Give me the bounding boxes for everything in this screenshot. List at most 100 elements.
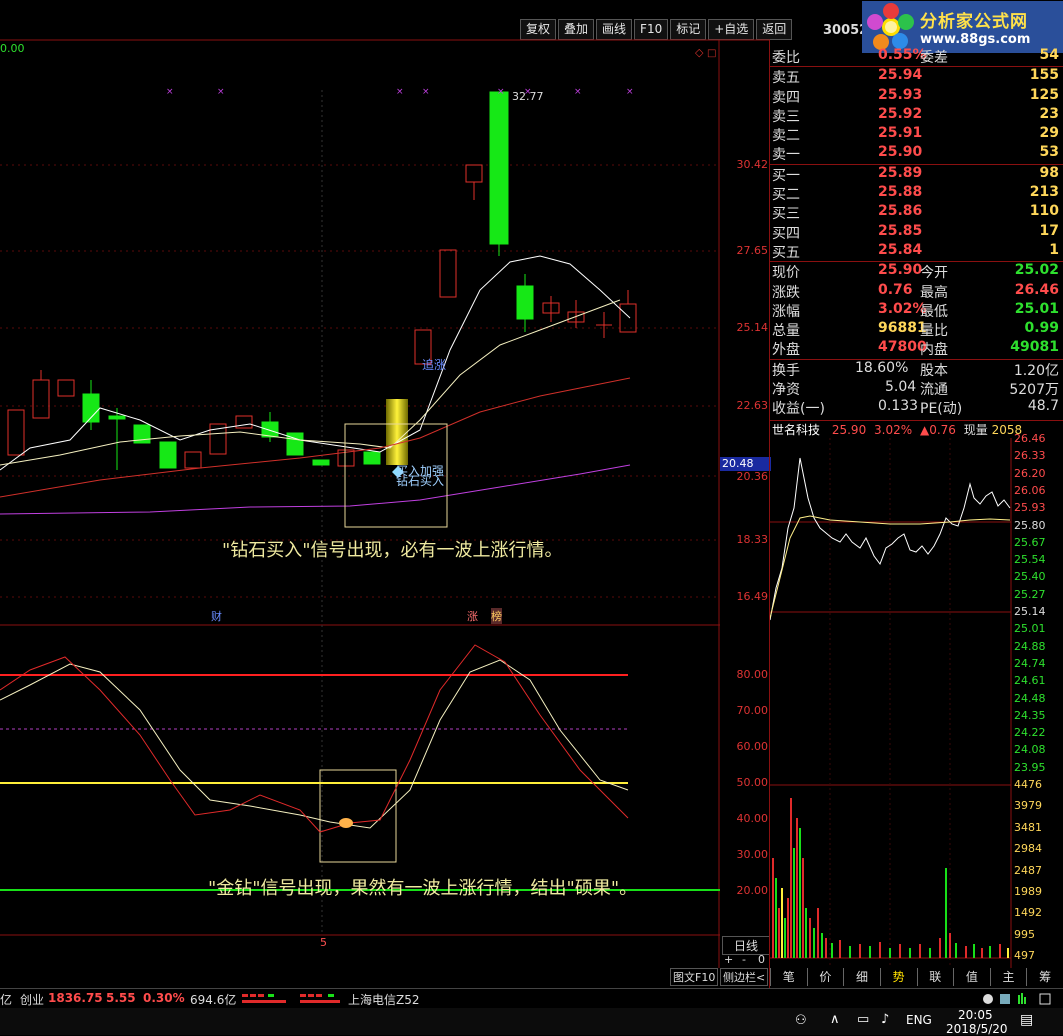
tab-value[interactable]: 值 [953, 968, 990, 986]
network-status[interactable]: 上海电信Z52 [348, 991, 420, 1008]
price-tick: 16.49 [736, 590, 769, 603]
ask-row[interactable]: 卖二 25.91 29 [770, 125, 1063, 144]
intraday-price-tick: 26.20 [1014, 466, 1046, 480]
stat-row: 涨跌 0.76 最高 26.46 [772, 281, 1059, 301]
ma-purple [0, 464, 631, 515]
tab-chips[interactable]: 筹 [1026, 968, 1063, 986]
chinext-change: 5.55 [106, 991, 136, 1005]
stock-name: 世名科技 [772, 423, 821, 437]
chinext-index: 1836.75 [48, 991, 103, 1005]
detail-tabs: 笔 价 细 势 联 值 主 筹 [770, 968, 1063, 986]
commission-ratio-row: 委比 0.55% 委差 54 [772, 47, 1059, 66]
intraday-price: 25.90 [831, 423, 867, 437]
indicator-caption: "金钻"信号出现，果然有一波上涨行情，结出"硕果"。 [208, 878, 638, 899]
intraday-price-tick: 24.48 [1014, 691, 1046, 705]
bid-row[interactable]: 买一 25.89 98 [770, 165, 1063, 184]
clock-date[interactable]: 2018/5/20 [946, 1022, 1008, 1036]
market-breadth-bars [242, 994, 340, 1003]
tab-linked[interactable]: 联 [916, 968, 954, 986]
bid-row[interactable]: 买三 25.86 110 [770, 203, 1063, 222]
svg-text:×: × [166, 87, 174, 97]
watermark-logo: 分析家公式网 www.88gs.com [862, 1, 1063, 53]
zoom-in-button[interactable]: + [724, 953, 733, 966]
chinext-pct: 0.30% [143, 991, 185, 1005]
network-icon[interactable]: ▭ [857, 1012, 869, 1027]
notification-icon[interactable]: ▤ [1020, 1012, 1033, 1028]
flower-icon [867, 3, 914, 50]
intraday-price-tick: 25.80 [1014, 518, 1046, 532]
window-icon [1039, 993, 1051, 1005]
globe-icon [983, 994, 993, 1004]
intraday-volume-tick: 3481 [1014, 820, 1042, 834]
tab-main[interactable]: 主 [989, 968, 1027, 986]
f10-info-button[interactable]: 图文F10 [670, 968, 719, 986]
intraday-change: ▲0.76 [919, 423, 956, 437]
indicator-tick: 80.00 [736, 668, 769, 681]
fundamental-row: 收益(一) 0.133 PE(动) 48.7 [772, 398, 1059, 418]
rise-marker[interactable]: 涨 [467, 608, 478, 624]
intraday-price-tick: 23.95 [1014, 760, 1046, 774]
current-price-tag: 20.48 [720, 457, 771, 471]
ranking-marker[interactable]: 榜 [491, 608, 502, 624]
tab-detail[interactable]: 细 [843, 968, 880, 986]
ask-row[interactable]: 卖三 25.92 23 [770, 106, 1063, 125]
tray-icons [983, 993, 1051, 1005]
clock-time[interactable]: 20:05 [958, 1008, 993, 1022]
os-taskbar: ⚇ ∧ ▭ ♪ ENG 20:05 2018/5/20 ▤ [0, 1008, 1063, 1036]
x-markers: × × × × × × × × [166, 87, 634, 97]
fundamental-row: 换手 18.60% 股本 1.20亿 [772, 359, 1059, 379]
stat-row: 涨幅 3.02% 最低 25.01 [772, 300, 1059, 320]
intraday-price-tick: 24.08 [1014, 743, 1046, 757]
intraday-volume-tick: 497 [1014, 949, 1035, 963]
ma-white-short [0, 255, 631, 471]
status-prefix: 亿 [0, 993, 13, 1007]
sidebar-toggle-button[interactable]: 侧边栏< [720, 968, 769, 986]
language-indicator[interactable]: ENG [906, 1013, 932, 1027]
bid-row[interactable]: 买四 25.85 17 [770, 223, 1063, 242]
svg-text:×: × [626, 87, 634, 97]
zoom-out-button[interactable]: - [742, 953, 746, 966]
logo-url: www.88gs.com [920, 32, 1031, 47]
diamond-outline-icon: ◇ [695, 46, 704, 59]
gold-candle [386, 399, 408, 465]
tab-price[interactable]: 价 [806, 968, 844, 986]
indicator-tick: 30.00 [736, 848, 769, 861]
volume-icon[interactable]: ♪ [881, 1012, 889, 1027]
indicator-tick: 20.00 [736, 884, 769, 897]
intraday-price-tick: 24.22 [1014, 726, 1046, 740]
reset-button[interactable]: 0 [758, 953, 765, 966]
stat-row: 现价 25.90 今开 25.02 [772, 262, 1059, 282]
stat-row: 总量 96881 量比 0.99 [772, 320, 1059, 340]
finance-marker[interactable]: 财 [211, 608, 222, 624]
diamond-buy-label: 钻石买入 [396, 474, 445, 488]
intraday-price-tick: 24.88 [1014, 639, 1046, 653]
bid-row[interactable]: 买五 25.84 1 [770, 242, 1063, 261]
square-outline-icon: □ [707, 48, 716, 59]
people-icon[interactable]: ⚇ [795, 1013, 807, 1028]
intraday-price-tick: 25.14 [1014, 605, 1046, 618]
intraday-price-tick: 25.54 [1014, 553, 1046, 567]
intraday-price-tick: 24.61 [1014, 674, 1046, 688]
intraday-avg-line [770, 515, 1011, 619]
gold-diamond-icon [339, 818, 353, 828]
price-tick: 27.65 [736, 244, 769, 257]
ask-row[interactable]: 卖一 25.90 53 [770, 144, 1063, 163]
tab-tick[interactable]: 笔 [770, 968, 807, 986]
intraday-price-tick: 25.93 [1014, 501, 1046, 515]
ask-row[interactable]: 卖五 25.94 155 [770, 67, 1063, 86]
svg-text:×: × [422, 87, 430, 97]
status-bar: 亿 创业 1836.75 5.55 0.30% 694.6亿 上海电信Z52 [0, 988, 1063, 1009]
intraday-volume-label: 现量 [963, 423, 988, 437]
ma-yellow [0, 299, 621, 466]
indicator-tick: 70.00 [736, 704, 769, 717]
intraday-price-tick: 24.35 [1014, 708, 1046, 722]
bid-row[interactable]: 买二 25.88 213 [770, 184, 1063, 203]
svg-text:×: × [217, 87, 225, 97]
chinext-label[interactable]: 创业 [20, 991, 44, 1008]
chevron-up-icon[interactable]: ∧ [830, 1012, 840, 1027]
stat-row: 外盘 47800 内盘 49081 [772, 339, 1059, 359]
fundamental-row: 净资 5.04 流通 5207万 [772, 379, 1059, 399]
ask-row[interactable]: 卖四 25.93 125 [770, 87, 1063, 106]
intraday-price-tick: 25.40 [1014, 570, 1046, 584]
tab-trend[interactable]: 势 [879, 968, 917, 986]
